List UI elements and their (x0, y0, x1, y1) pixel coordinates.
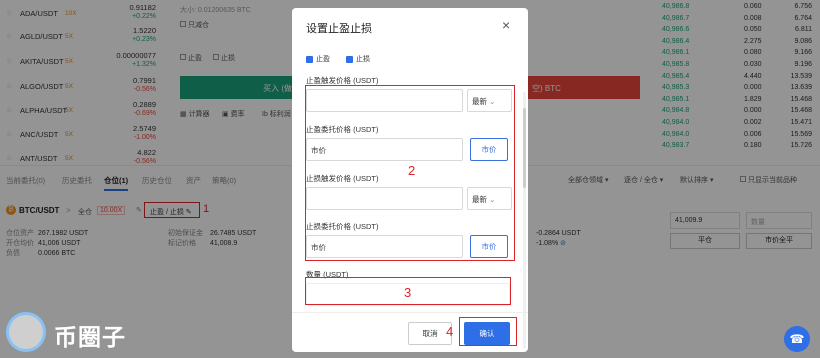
modal-scrollbar-thumb[interactable] (523, 108, 526, 188)
support-chat-icon[interactable]: ☎ (784, 326, 810, 352)
chk-tp-label: 止盈 (316, 56, 330, 63)
chk-sl[interactable]: 止损 (346, 54, 370, 64)
modal-footer-divider (292, 312, 528, 313)
watermark-logo-icon (6, 312, 46, 352)
annotation-box-4 (459, 317, 517, 346)
close-icon[interactable]: × (502, 17, 510, 33)
chk-sl-label: 止损 (356, 56, 370, 63)
cancel-label: 取消 (422, 329, 438, 338)
modal-title: 设置止盈止损 (306, 23, 372, 35)
annotation-number-2: 2 (408, 163, 416, 178)
annotation-number-3: 3 (404, 285, 412, 300)
watermark-text: 币圈子 (54, 324, 126, 350)
chk-tp[interactable]: 止盈 (306, 54, 330, 64)
checkbox-checked-icon (346, 55, 353, 63)
checkbox-checked-icon (306, 55, 313, 63)
annotation-number-4: 4 (446, 324, 454, 339)
modal-scrollbar[interactable] (523, 92, 526, 348)
